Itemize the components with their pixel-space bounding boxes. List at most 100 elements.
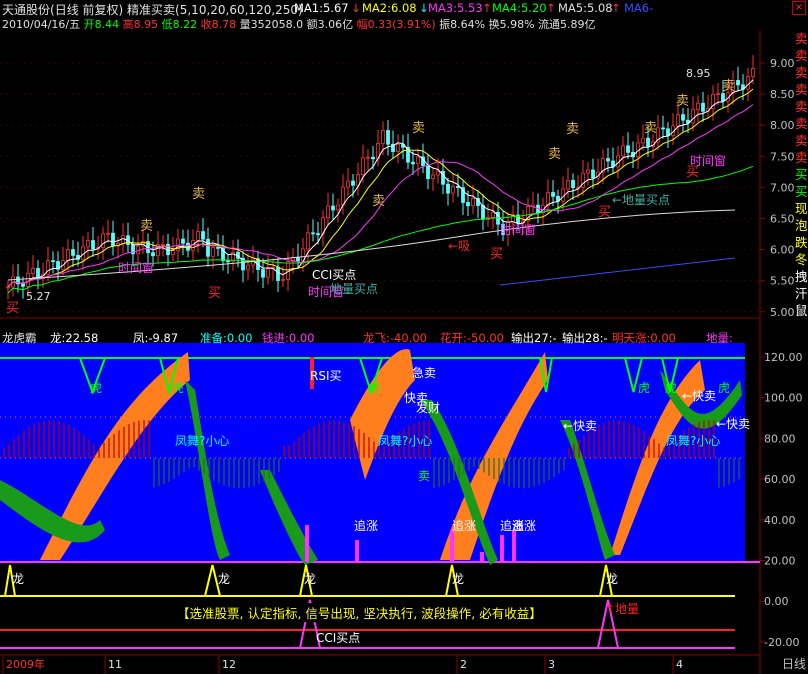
candle-body (336, 204, 340, 211)
sell-signal: 卖 (412, 121, 425, 136)
period-tab-daily[interactable]: 日线 (782, 655, 806, 672)
price-tick-label: 6.50 (770, 213, 795, 226)
dragon-label: 龙 (452, 572, 464, 586)
buy-signal: 买 (6, 301, 19, 316)
tomorrow-up-value: 明天涨:0.00 (612, 331, 676, 345)
ma2-line (7, 88, 754, 288)
candle-body (151, 252, 155, 257)
candle-body (71, 249, 75, 256)
indicator-tick-label: -20.00 (764, 636, 799, 649)
candle-body (196, 231, 200, 241)
output28-value: 输出28:- (562, 331, 608, 345)
phoenix-dance-label: 凤舞?小心 (378, 434, 432, 448)
fast-sell-arrow-label: ←快卖 (682, 389, 716, 403)
dragon-label: 龙 (12, 572, 24, 586)
indicator-tick-label: 120.00 (764, 351, 803, 364)
candle-body (751, 68, 755, 77)
price-tick-label: 9.00 (770, 57, 795, 70)
candle-body (436, 170, 440, 176)
chase-label: 追涨 (452, 518, 476, 533)
candle-body (396, 143, 400, 152)
ground-buy-arrow-label: ←地量买点 (612, 193, 670, 207)
tiger-label: 虎 (718, 381, 730, 395)
candle-body (346, 180, 350, 188)
x-axis-label: 3 (548, 658, 555, 671)
candle-body (306, 232, 310, 250)
candle-body (51, 260, 55, 263)
candle-body (341, 186, 345, 206)
candle-body (591, 169, 595, 179)
candle-body (381, 130, 385, 144)
candle-body (106, 232, 110, 235)
money-pillar (450, 530, 454, 562)
candle-body (746, 76, 750, 90)
sell-signal: 卖 (722, 79, 735, 94)
cci-buy-label: CCI买点 (316, 631, 360, 645)
sell-signal: 卖 (372, 194, 385, 209)
buy-signal: 买 (490, 247, 503, 262)
time-window-label: 时间窗 (500, 223, 536, 237)
price-tick-label: 8.50 (770, 88, 795, 101)
candle-body (351, 180, 355, 186)
candle-body (566, 179, 570, 190)
time-window-label: 时间窗 (690, 154, 726, 168)
candle-body (431, 174, 435, 180)
x-axis-label: 4 (676, 658, 683, 671)
indicator-name: 龙虎霸 (2, 331, 37, 345)
candle-body (371, 156, 375, 160)
money-value: 钱进:0.00 (262, 331, 315, 345)
get-rich-label: 发财 (416, 400, 440, 415)
candle-body (386, 130, 390, 145)
candle-body (701, 102, 705, 112)
dragon-label: 龙 (606, 572, 618, 586)
candle-body (101, 233, 105, 248)
candle-body (331, 205, 335, 211)
candle-body (36, 268, 40, 278)
candle-body (546, 192, 550, 206)
candle-body (696, 102, 700, 111)
candle-body (206, 238, 210, 257)
tiger-label: 虎 (638, 381, 650, 395)
sell-signal: 卖 (140, 219, 153, 234)
candle-body (721, 93, 725, 102)
candle-body (491, 211, 495, 218)
candle-body (621, 145, 625, 157)
indicator-header: 龙虎霸 (2, 330, 37, 346)
candle-body (316, 233, 320, 236)
candle-body (181, 238, 185, 244)
cci-buy-label: CCI买点 (312, 268, 356, 282)
dragon-fly-value: 龙飞:-40.00 (363, 331, 427, 345)
phoenix-value: 凤:-9.87 (133, 331, 179, 345)
candle-body (216, 246, 220, 249)
time-window-label: 时间窗 (118, 261, 154, 275)
candle-body (311, 232, 315, 235)
ma6-line (499, 257, 736, 286)
slogan: 【选准股票, 认定指标, 信号出现, 坚决执行, 波段操作, 必有收益】 (177, 603, 542, 622)
candle-body (451, 185, 455, 194)
candle-body (551, 192, 555, 197)
candle-body (676, 114, 680, 127)
candle-body (326, 205, 330, 219)
buy-signal: 买 (208, 286, 221, 301)
dragon-value: 龙:22.58 (50, 331, 99, 345)
candle-body (586, 169, 590, 174)
candle-body (286, 261, 290, 280)
chase-label: 追涨 (354, 518, 378, 533)
money-pillar (355, 540, 359, 562)
price-tick-label: 5.00 (770, 306, 795, 319)
candle-body (646, 137, 650, 147)
price-tick-label: 8.00 (770, 119, 795, 132)
tiger-label: 虎 (172, 381, 184, 395)
candle-body (171, 250, 175, 256)
ground-buy-label: 地量买点 (330, 282, 378, 296)
candle-body (26, 272, 30, 287)
ground-volume-value: 地量: (706, 331, 733, 345)
candle-body (626, 145, 630, 153)
x-axis-label: 2009年 (6, 657, 45, 671)
candle-body (411, 161, 415, 165)
candle-body (266, 268, 270, 278)
dragon-label: 龙 (218, 572, 230, 586)
candle-body (426, 165, 430, 180)
candle-body (606, 158, 610, 162)
money-pillar (500, 535, 504, 562)
